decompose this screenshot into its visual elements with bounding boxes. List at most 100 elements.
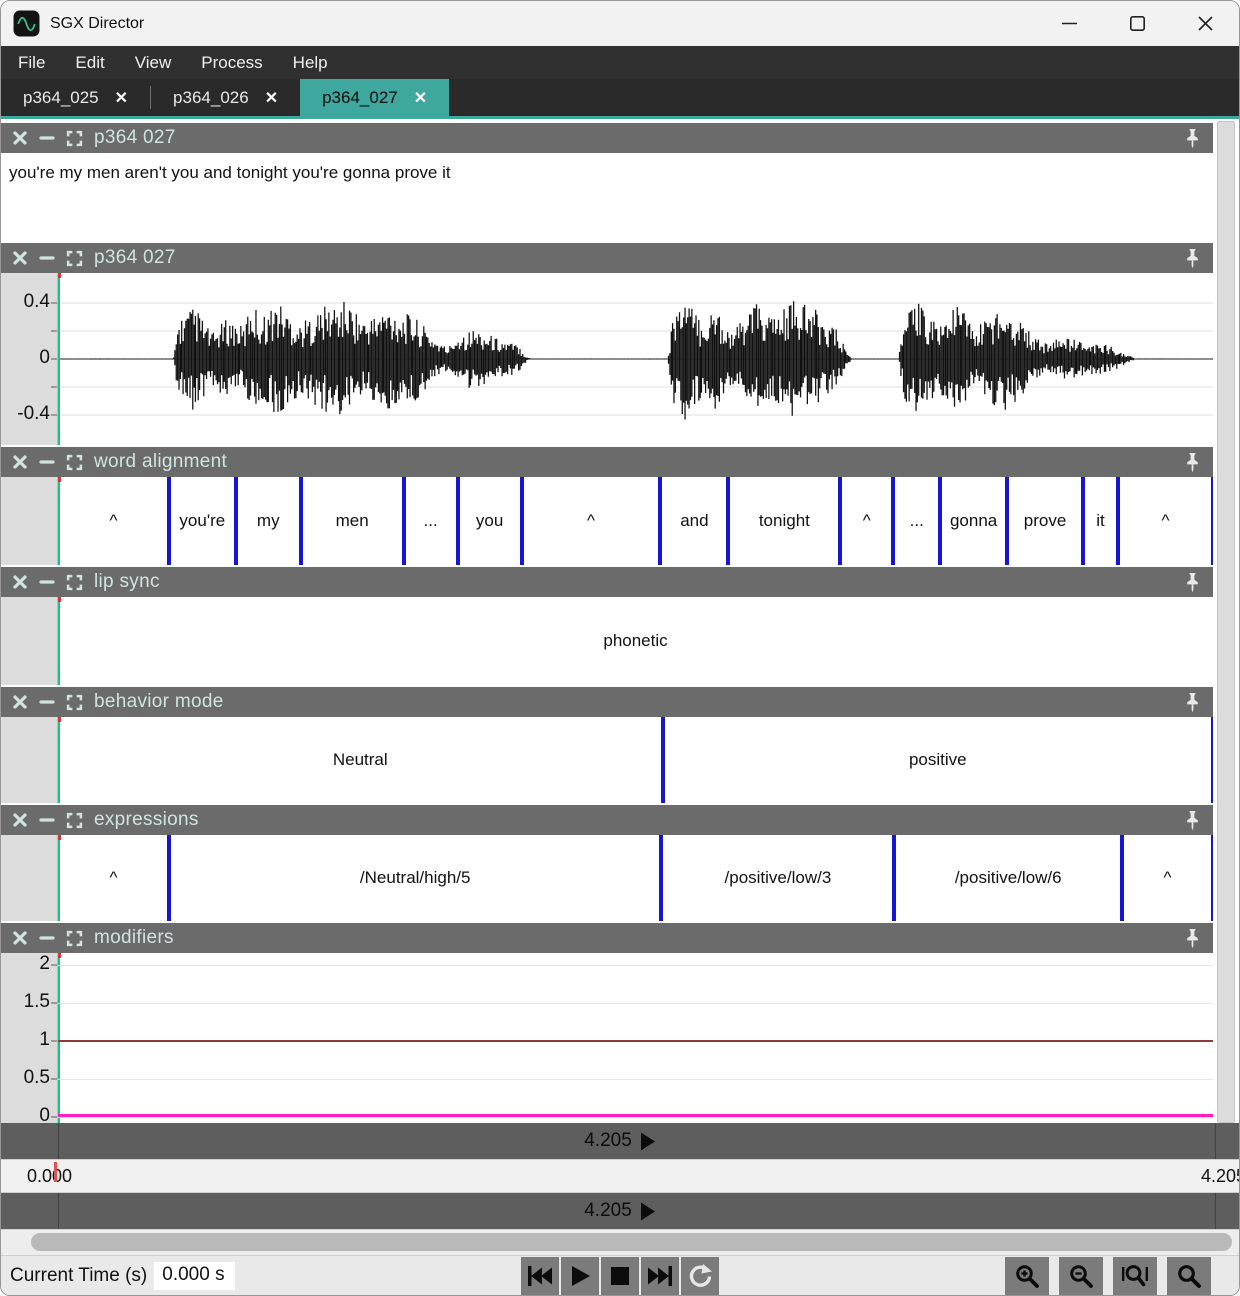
skip-to-start-button[interactable] bbox=[521, 1257, 559, 1295]
menu-item-edit[interactable]: Edit bbox=[60, 46, 119, 79]
ruler-playhead-marker[interactable] bbox=[54, 1162, 57, 1182]
panel-close-icon[interactable] bbox=[12, 130, 28, 146]
panel-maximize-icon[interactable] bbox=[66, 250, 83, 267]
pin-icon[interactable] bbox=[1183, 691, 1202, 714]
segment[interactable]: ^ bbox=[840, 477, 893, 565]
segment[interactable]: my bbox=[236, 477, 301, 565]
panel-minimize-icon[interactable] bbox=[39, 930, 55, 946]
play-button[interactable] bbox=[561, 1257, 599, 1295]
play-cursor-icon[interactable] bbox=[640, 1132, 656, 1151]
horizontal-scrollbar-thumb[interactable] bbox=[31, 1233, 1232, 1251]
segment[interactable]: prove bbox=[1007, 477, 1083, 565]
zoom-button[interactable] bbox=[1167, 1257, 1211, 1295]
current-time-field[interactable]: 0.000 s bbox=[154, 1262, 234, 1290]
zoom-fit-button[interactable] bbox=[1113, 1257, 1157, 1295]
transport-slider-top[interactable]: 4.205 bbox=[1, 1123, 1239, 1159]
segment-boundary[interactable] bbox=[661, 717, 665, 803]
menu-item-view[interactable]: View bbox=[120, 46, 187, 79]
segment[interactable]: ... bbox=[404, 477, 458, 565]
segment[interactable]: men bbox=[301, 477, 404, 565]
panel-minimize-icon[interactable] bbox=[39, 250, 55, 266]
segment[interactable]: ... bbox=[893, 477, 940, 565]
tab-p364_027[interactable]: p364_027✕ bbox=[300, 79, 449, 116]
segment-boundary[interactable] bbox=[1116, 477, 1120, 565]
panel-maximize-icon[interactable] bbox=[66, 130, 83, 147]
panel-minimize-icon[interactable] bbox=[39, 694, 55, 710]
segment[interactable]: /positive/low/6 bbox=[894, 835, 1122, 921]
menu-item-process[interactable]: Process bbox=[186, 46, 277, 79]
tab-close-icon[interactable]: ✕ bbox=[265, 88, 278, 108]
panel-minimize-icon[interactable] bbox=[39, 454, 55, 470]
segment-boundary[interactable] bbox=[167, 835, 171, 921]
segment[interactable]: and bbox=[660, 477, 728, 565]
modifier-value-line[interactable] bbox=[58, 1114, 1213, 1117]
pin-icon[interactable] bbox=[1183, 127, 1202, 150]
window-maximize-button[interactable] bbox=[1103, 1, 1171, 46]
segment-boundary[interactable] bbox=[299, 477, 303, 565]
pin-icon[interactable] bbox=[1183, 451, 1202, 474]
panel-close-icon[interactable] bbox=[12, 694, 28, 710]
vertical-scrollbar-thumb[interactable] bbox=[1217, 121, 1235, 1123]
segment-boundary[interactable] bbox=[520, 477, 524, 565]
playhead-cursor[interactable] bbox=[58, 273, 60, 445]
segment[interactable]: Neutral bbox=[58, 717, 663, 803]
segment-boundary[interactable] bbox=[658, 477, 662, 565]
segment-boundary[interactable] bbox=[402, 477, 406, 565]
window-minimize-button[interactable] bbox=[1035, 1, 1103, 46]
loop-button[interactable] bbox=[681, 1257, 719, 1295]
skip-to-end-button[interactable] bbox=[641, 1257, 679, 1295]
pin-icon[interactable] bbox=[1183, 247, 1202, 270]
segment-boundary[interactable] bbox=[838, 477, 842, 565]
panel-close-icon[interactable] bbox=[12, 930, 28, 946]
modifiers-timeline[interactable] bbox=[58, 953, 1213, 1125]
panel-minimize-icon[interactable] bbox=[39, 574, 55, 590]
segment-boundary[interactable] bbox=[456, 477, 460, 565]
pin-icon[interactable] bbox=[1183, 927, 1202, 950]
modifier-value-line[interactable] bbox=[58, 1040, 1213, 1042]
segment[interactable]: positive bbox=[663, 717, 1213, 803]
segment-boundary[interactable] bbox=[659, 835, 663, 921]
segment[interactable]: phonetic bbox=[58, 597, 1213, 685]
segment-boundary[interactable] bbox=[234, 477, 238, 565]
tab-close-icon[interactable]: ✕ bbox=[414, 88, 427, 108]
tab-p364_026[interactable]: p364_026✕ bbox=[151, 79, 300, 116]
segment-boundary[interactable] bbox=[1081, 477, 1085, 565]
segment[interactable]: ^ bbox=[1122, 835, 1213, 921]
segment-boundary[interactable] bbox=[938, 477, 942, 565]
waveform-timeline[interactable] bbox=[58, 273, 1213, 445]
stop-button[interactable] bbox=[601, 1257, 639, 1295]
zoom-out-button[interactable] bbox=[1059, 1257, 1103, 1295]
segment[interactable]: /positive/low/3 bbox=[661, 835, 894, 921]
menu-item-help[interactable]: Help bbox=[278, 46, 343, 79]
panel-close-icon[interactable] bbox=[12, 250, 28, 266]
time-ruler[interactable]: 0.000 4.205 bbox=[1, 1159, 1239, 1193]
panel-maximize-icon[interactable] bbox=[66, 930, 83, 947]
pin-icon[interactable] bbox=[1183, 809, 1202, 832]
behavior-mode-timeline[interactable]: Neutralpositive bbox=[58, 717, 1213, 803]
segment[interactable]: ^ bbox=[1118, 477, 1213, 565]
segment-boundary[interactable] bbox=[726, 477, 730, 565]
tab-p364_025[interactable]: p364_025✕ bbox=[1, 79, 150, 116]
segment[interactable]: ^ bbox=[58, 477, 169, 565]
word-alignment-timeline[interactable]: ^you'remymen...you^andtonight^...gonnapr… bbox=[58, 477, 1213, 565]
panel-close-icon[interactable] bbox=[12, 812, 28, 828]
window-close-button[interactable] bbox=[1171, 1, 1239, 46]
panel-minimize-icon[interactable] bbox=[39, 812, 55, 828]
panel-minimize-icon[interactable] bbox=[39, 130, 55, 146]
menu-item-file[interactable]: File bbox=[3, 46, 60, 79]
segment[interactable]: gonna bbox=[940, 477, 1007, 565]
segment[interactable]: /Neutral/high/5 bbox=[169, 835, 661, 921]
tab-close-icon[interactable]: ✕ bbox=[115, 88, 128, 108]
panel-maximize-icon[interactable] bbox=[66, 694, 83, 711]
segment[interactable]: ^ bbox=[58, 835, 169, 921]
zoom-in-button[interactable] bbox=[1005, 1257, 1049, 1295]
segment-boundary[interactable] bbox=[1120, 835, 1124, 921]
play-cursor-icon[interactable] bbox=[640, 1202, 656, 1221]
segment[interactable]: ^ bbox=[522, 477, 661, 565]
transport-slider-bottom[interactable]: 4.205 bbox=[1, 1193, 1239, 1229]
panel-maximize-icon[interactable] bbox=[66, 812, 83, 829]
segment[interactable]: tonight bbox=[728, 477, 840, 565]
panel-maximize-icon[interactable] bbox=[66, 574, 83, 591]
segment[interactable]: you bbox=[458, 477, 522, 565]
segment[interactable]: you're bbox=[169, 477, 236, 565]
